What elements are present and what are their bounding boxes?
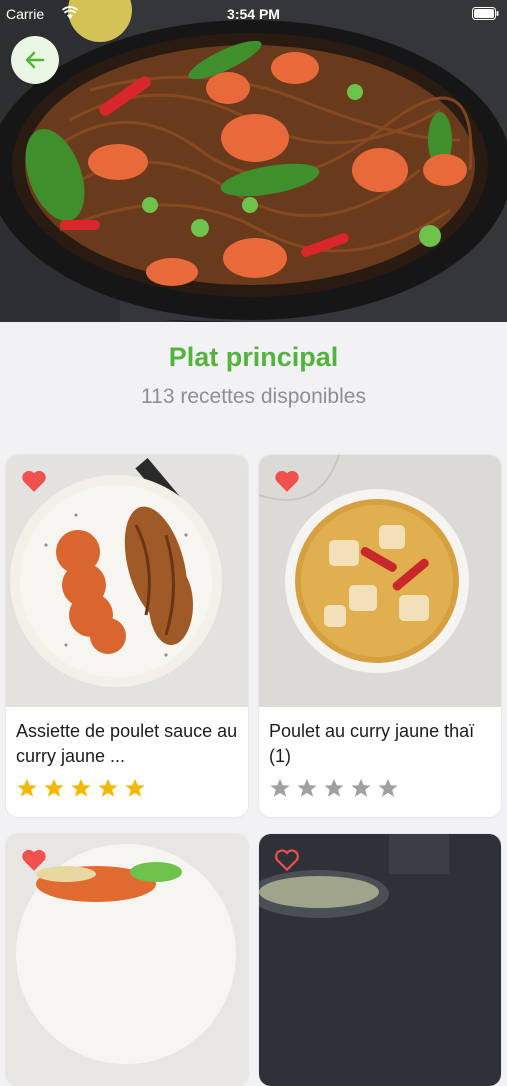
star-icon: [98, 778, 118, 797]
star-icon: [351, 778, 371, 797]
star-icon: [378, 778, 398, 797]
status-time: 3:54 PM: [227, 6, 280, 22]
recipe-card[interactable]: Assiette de poulet sauce au curry jaune …: [6, 455, 248, 817]
recipe-card[interactable]: Poulet au curry jaune thaï (1): [259, 455, 501, 817]
battery-icon: [472, 7, 499, 20]
star-icon: [270, 778, 290, 797]
star-icon: [297, 778, 317, 797]
heart-icon[interactable]: [274, 469, 300, 493]
star-icon: [71, 778, 91, 797]
heart-icon[interactable]: [21, 848, 47, 872]
recipe-card[interactable]: [6, 834, 248, 1086]
star-icon: [17, 778, 37, 797]
recipe-name: Poulet au curry jaune thaï (1): [269, 721, 475, 766]
back-button[interactable]: [11, 36, 59, 84]
hero-image: [0, 0, 507, 322]
recipe-photo: [6, 455, 248, 707]
rating-stars: [259, 769, 501, 817]
category-header: Plat principal 113 recettes disponibles: [0, 322, 507, 434]
star-icon: [125, 778, 145, 797]
recipe-photo: [6, 834, 248, 1086]
star-icon: [324, 778, 344, 797]
page-title: Plat principal: [168, 342, 339, 372]
rating-stars: [6, 769, 248, 817]
heart-icon[interactable]: [21, 469, 47, 493]
recipe-count: 113 recettes disponibles: [141, 385, 366, 408]
recipe-name: Assiette de poulet sauce au curry jaune …: [16, 721, 238, 766]
recipe-photo: [259, 455, 501, 707]
arrow-left-icon: [25, 51, 45, 69]
status-bar: Carrie 3:54 PM: [0, 0, 507, 28]
recipe-card[interactable]: [259, 834, 501, 1086]
heart-outline-icon[interactable]: [274, 848, 300, 872]
star-icon: [44, 778, 64, 797]
recipe-photo: [259, 834, 501, 1086]
